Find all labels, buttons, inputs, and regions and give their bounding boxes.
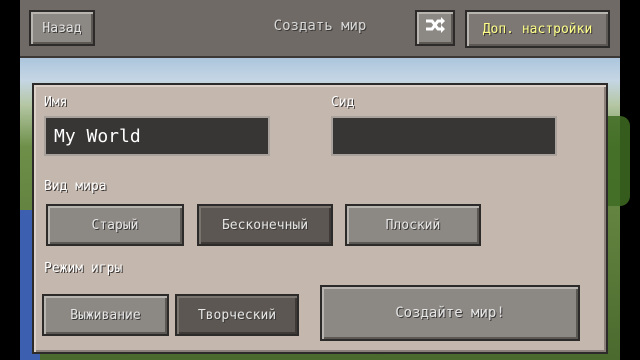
world-type-infinite-button[interactable]: Бесконечный bbox=[197, 204, 333, 246]
game-mode-creative-button[interactable]: Творческий bbox=[175, 294, 299, 336]
game-mode-survival-button[interactable]: Выживание bbox=[42, 294, 169, 336]
game-mode-label: Режим игры bbox=[44, 261, 123, 276]
back-button[interactable]: Назад bbox=[29, 10, 95, 46]
create-world-button[interactable]: Создайте мир! bbox=[320, 285, 580, 341]
world-type-old-button[interactable]: Старый bbox=[46, 204, 184, 246]
seed-input[interactable] bbox=[331, 116, 557, 156]
shuffle-icon bbox=[424, 16, 446, 40]
name-label: Имя bbox=[44, 95, 68, 110]
world-type-flat-button[interactable]: Плоский bbox=[345, 204, 481, 246]
shuffle-button[interactable] bbox=[415, 10, 455, 46]
advanced-settings-button[interactable]: Доп. настройки bbox=[465, 10, 610, 48]
world-name-input[interactable]: My World bbox=[44, 116, 270, 156]
page-title: Создать мир bbox=[273, 18, 367, 34]
world-type-label: Вид мира bbox=[44, 179, 107, 194]
seed-label: Сид bbox=[331, 95, 355, 110]
